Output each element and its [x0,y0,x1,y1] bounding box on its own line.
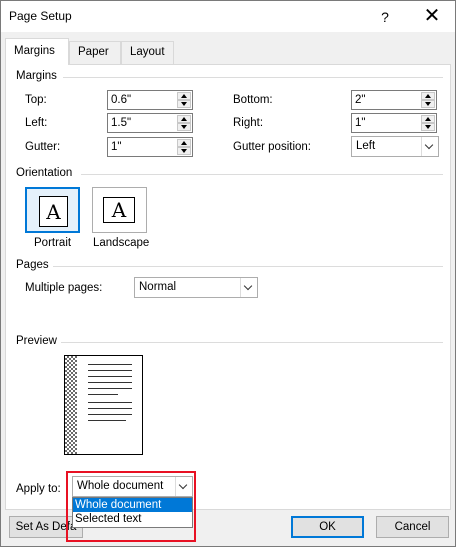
landscape-page-icon: A [103,197,135,223]
landscape-button[interactable]: A [92,187,147,233]
pages-divider [53,266,443,267]
spin-down-icon[interactable] [177,123,191,131]
top-margin-value: 0.6" [111,94,132,106]
window-title: Page Setup [9,9,72,23]
bottom-margin-label: Bottom: [233,94,273,106]
close-button[interactable]: ✕ [414,4,450,30]
left-margin-label: Left: [25,117,48,129]
bottom-margin-spinner[interactable]: 2" [351,90,437,110]
apply-to-label: Apply to: [16,483,61,495]
chevron-down-icon[interactable] [175,477,192,496]
spin-up-icon[interactable] [177,92,191,100]
tab-layout[interactable]: Layout [121,41,174,64]
apply-to-value: Whole document [77,480,164,492]
option-selected-text[interactable]: Selected text [73,512,192,526]
gutter-position-select[interactable]: Left [351,136,439,157]
pages-section-label: Pages [16,259,49,271]
portrait-page-icon: A [39,196,68,227]
bottom-margin-value: 2" [355,94,366,106]
cancel-button[interactable]: Cancel [376,516,449,538]
gutter-pattern [65,356,77,454]
ok-button[interactable]: OK [291,516,364,538]
right-margin-spinner[interactable]: 1" [351,113,437,133]
spin-up-icon[interactable] [177,139,191,147]
tab-margins[interactable]: Margins [5,38,69,65]
portrait-label: Portrait [34,237,72,249]
orientation-divider [81,174,443,175]
preview-divider [61,342,443,343]
title-bar: Page Setup ? ✕ [1,1,455,32]
spin-up-icon[interactable] [421,115,435,123]
preview-section-label: Preview [16,335,57,347]
spin-down-icon[interactable] [177,147,191,155]
gutter-value: 1" [111,141,122,153]
spin-down-icon[interactable] [177,100,191,108]
margins-divider [63,77,443,78]
gutter-position-label: Gutter position: [233,141,311,153]
margins-section-label: Margins [16,70,57,82]
portrait-button[interactable]: A [25,187,80,233]
help-button[interactable]: ? [367,4,403,30]
chevron-down-icon[interactable] [240,278,257,297]
spin-down-icon[interactable] [421,100,435,108]
page-preview [64,355,143,455]
orientation-section-label: Orientation [16,167,73,179]
chevron-down-icon[interactable] [421,137,438,156]
multiple-pages-value: Normal [139,281,177,293]
gutter-position-value: Left [356,140,376,152]
left-margin-value: 1.5" [111,117,132,129]
left-margin-spinner[interactable]: 1.5" [107,113,193,133]
multiple-pages-select[interactable]: Normal [134,277,258,298]
tab-paper[interactable]: Paper [69,41,121,64]
top-margin-label: Top: [25,94,47,106]
gutter-label: Gutter: [25,141,61,153]
top-margin-spinner[interactable]: 0.6" [107,90,193,110]
spin-up-icon[interactable] [177,115,191,123]
right-margin-label: Right: [233,117,264,129]
apply-to-select[interactable]: Whole document [72,476,193,497]
apply-to-dropdown-list: Whole document Selected text [72,497,193,528]
page-setup-dialog: Page Setup ? ✕ Margins Paper Layout Marg… [0,0,456,547]
gutter-spinner[interactable]: 1" [107,137,193,157]
spin-down-icon[interactable] [421,123,435,131]
multiple-pages-label: Multiple pages: [25,282,103,294]
landscape-label: Landscape [93,237,150,249]
spin-up-icon[interactable] [421,92,435,100]
option-whole-document[interactable]: Whole document [73,498,192,512]
right-margin-value: 1" [355,117,366,129]
